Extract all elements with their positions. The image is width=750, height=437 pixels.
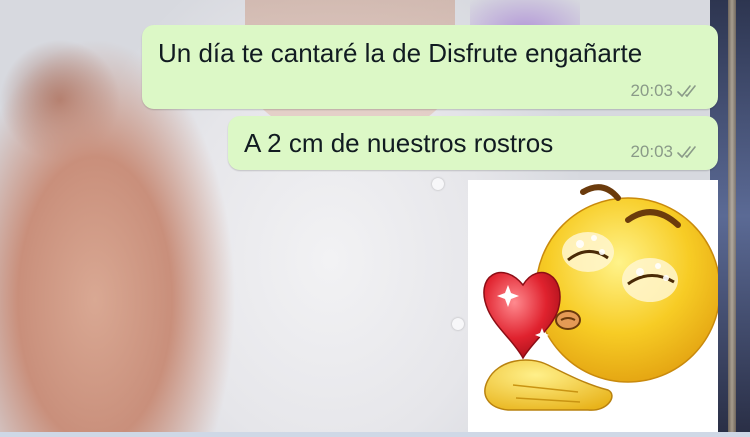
double-check-icon (677, 146, 696, 158)
double-check-icon (677, 85, 696, 97)
outgoing-message-bubble[interactable]: Un día te cantaré la de Disfrute engañar… (142, 25, 718, 109)
wallpaper-guitar-neck (728, 0, 736, 432)
kissing-emoji-heart-sticker (483, 184, 721, 411)
sticker-message[interactable] (468, 180, 721, 432)
message-text: Un día te cantaré la de Disfrute engañar… (158, 38, 643, 68)
message-meta: 20:03 (630, 142, 702, 162)
message-time: 20:03 (630, 81, 673, 100)
message-time: 20:03 (630, 142, 673, 161)
outgoing-message-bubble[interactable]: A 2 cm de nuestros rostros 20:03 (228, 116, 718, 170)
message-text: A 2 cm de nuestros rostros (244, 128, 554, 158)
message-meta: 20:03 (630, 81, 702, 101)
